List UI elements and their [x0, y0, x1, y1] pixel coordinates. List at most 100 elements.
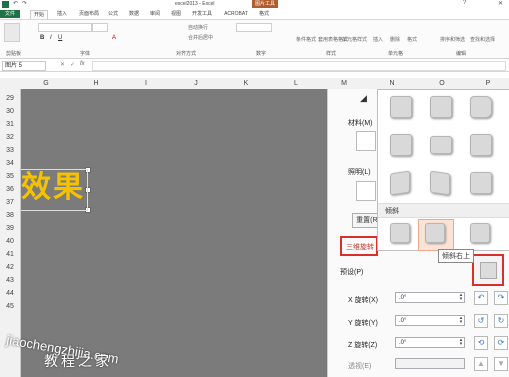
preset-tile[interactable]	[470, 172, 492, 194]
tab-developer[interactable]: 开发工具	[190, 10, 214, 18]
widen-field-icon[interactable]: ▼	[494, 357, 508, 371]
rotate-down-icon[interactable]: ↻	[494, 314, 508, 328]
z-rotation-value: .0°	[399, 340, 407, 346]
column-header-h[interactable]: H	[71, 78, 121, 89]
redo-icon[interactable]: ↷	[22, 0, 27, 7]
x-rotation-label: X 旋转(X)	[348, 297, 378, 304]
preset-tile[interactable]	[390, 134, 412, 156]
worksheet-picture-area[interactable]: 效果	[21, 89, 327, 377]
z-rotation-input[interactable]: .0° ▴ ▾	[395, 337, 465, 348]
number-format-box[interactable]	[236, 23, 272, 32]
rotate-clockwise-icon[interactable]: ⟳	[494, 336, 508, 350]
wrap-text-button[interactable]: 自动换行	[188, 24, 208, 31]
bold-icon[interactable]: B	[40, 35, 44, 41]
column-header-j[interactable]: J	[171, 78, 221, 89]
row-header[interactable]: 37	[0, 197, 20, 208]
x-rotation-input[interactable]: .0° ▴ ▾	[395, 292, 465, 303]
row-header[interactable]: 44	[0, 288, 20, 299]
italic-icon[interactable]: I	[50, 35, 52, 41]
formula-input[interactable]	[92, 61, 506, 71]
row-header[interactable]: 34	[0, 158, 20, 169]
y-spinner-icon[interactable]: ▴ ▾	[458, 316, 464, 325]
enter-icon[interactable]: ✓	[70, 61, 75, 68]
name-box[interactable]: 图片 5	[2, 61, 46, 71]
delete-cells-button[interactable]: 删除	[390, 36, 400, 43]
tab-review[interactable]: 审阅	[148, 10, 162, 18]
rotate-counterclockwise-icon[interactable]: ⟲	[474, 336, 488, 350]
column-header-l[interactable]: L	[271, 78, 321, 89]
perspective-input[interactable]	[395, 358, 465, 369]
column-header-p[interactable]: P	[467, 78, 509, 89]
preset-tile[interactable]	[470, 223, 490, 243]
tab-view[interactable]: 视图	[169, 10, 183, 18]
y-rotation-input[interactable]: .0° ▴ ▾	[395, 315, 465, 326]
column-header-m[interactable]: M	[321, 78, 367, 89]
tab-data[interactable]: 数据	[127, 10, 141, 18]
rotate-up-icon[interactable]: ↺	[474, 314, 488, 328]
font-size-box[interactable]	[92, 23, 108, 32]
row-header[interactable]: 43	[0, 275, 20, 286]
rotate-left-icon[interactable]: ↶	[474, 291, 488, 305]
find-select-button[interactable]: 查找和选择	[470, 36, 495, 43]
help-icon[interactable]: ?	[463, 0, 466, 6]
row-header[interactable]: 30	[0, 106, 20, 117]
row-header[interactable]: 42	[0, 262, 20, 273]
cancel-icon[interactable]: ✕	[60, 61, 65, 68]
sort-filter-button[interactable]: 排序和筛选	[440, 36, 465, 43]
preset-tile[interactable]	[390, 96, 412, 118]
preset-tile-oblique-top-right[interactable]	[425, 223, 445, 243]
row-header[interactable]: 38	[0, 210, 20, 221]
font-color-icon[interactable]: A	[112, 35, 116, 41]
font-name-box[interactable]	[38, 23, 92, 32]
underline-icon[interactable]: U	[58, 35, 62, 41]
rotate-right-icon[interactable]: ↷	[494, 291, 508, 305]
undo-icon[interactable]: ↶	[13, 0, 18, 7]
column-header-k[interactable]: K	[221, 78, 271, 89]
row-header[interactable]: 36	[0, 184, 20, 195]
row-header[interactable]: 32	[0, 132, 20, 143]
row-header[interactable]: 29	[0, 93, 20, 104]
preset-tile-oblique-top-left[interactable]	[390, 223, 410, 243]
tab-page-layout[interactable]: 页面布局	[76, 10, 102, 18]
row-header[interactable]: 39	[0, 223, 20, 234]
merge-center-button[interactable]: 合并后居中	[188, 34, 213, 41]
row-header[interactable]: 40	[0, 236, 20, 247]
fill-bucket-icon[interactable]: ◢	[360, 93, 367, 104]
preset-tile[interactable]	[390, 170, 410, 196]
lighting-dropdown[interactable]	[356, 181, 376, 201]
row-header[interactable]: 33	[0, 145, 20, 156]
preset-tile[interactable]	[470, 134, 492, 156]
row-header[interactable]: 31	[0, 119, 20, 130]
row-header[interactable]: 41	[0, 249, 20, 260]
rotation-header[interactable]: 三维旋转	[340, 236, 378, 256]
rotation-preset-gallery: 倾斜	[377, 89, 509, 251]
insert-cells-button[interactable]: 插入	[373, 36, 383, 43]
x-spinner-icon[interactable]: ▴ ▾	[458, 293, 464, 302]
row-header[interactable]: 45	[0, 301, 20, 312]
column-header-o[interactable]: O	[417, 78, 467, 89]
row-header[interactable]: 35	[0, 171, 20, 182]
material-dropdown[interactable]	[356, 131, 376, 151]
z-spinner-icon[interactable]: ▴ ▾	[458, 338, 464, 347]
column-header-g[interactable]: G	[21, 78, 71, 89]
tab-file[interactable]: 文件	[0, 10, 20, 18]
tab-formulas[interactable]: 公式	[106, 10, 120, 18]
tab-acrobat[interactable]: ACROBAT	[222, 10, 250, 18]
fx-icon[interactable]: fx	[80, 61, 85, 67]
conditional-format-button[interactable]: 条件格式	[296, 36, 316, 43]
preset-tile[interactable]	[430, 170, 450, 196]
preset-tile[interactable]	[430, 136, 452, 154]
narrow-field-icon[interactable]: ▲	[474, 357, 488, 371]
close-icon[interactable]: ✕	[498, 0, 503, 7]
preset-tile[interactable]	[470, 96, 492, 118]
tab-format[interactable]: 格式	[256, 10, 272, 18]
column-header-i[interactable]: I	[121, 78, 171, 89]
tab-insert[interactable]: 插入	[54, 10, 70, 18]
tab-home[interactable]: 开始	[30, 10, 48, 19]
column-header-n[interactable]: N	[367, 78, 417, 89]
preset-dropdown[interactable]	[480, 262, 497, 279]
paste-button[interactable]	[4, 23, 20, 42]
format-cells-button[interactable]: 格式	[407, 36, 417, 43]
preset-tile[interactable]	[430, 96, 452, 118]
cell-styles-button[interactable]: 单元格样式	[342, 36, 367, 43]
